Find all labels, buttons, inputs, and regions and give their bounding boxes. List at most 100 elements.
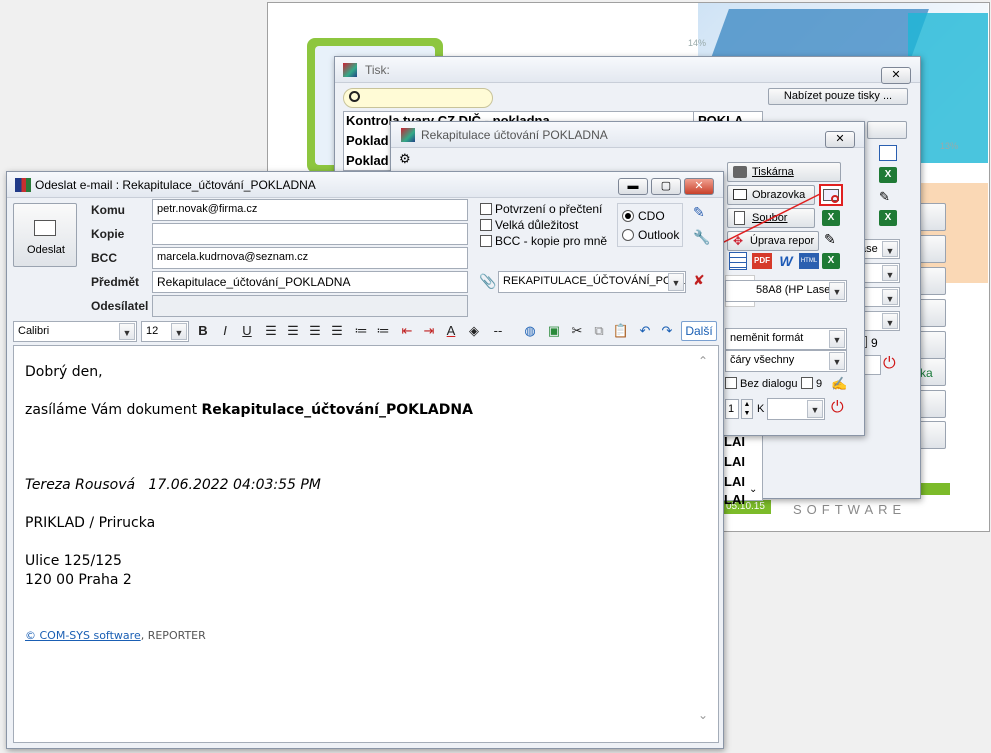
paste-icon[interactable]: 📋 xyxy=(612,322,630,340)
to-field[interactable]: petr.novak@firma.cz xyxy=(152,199,468,221)
bg-panel-button-6[interactable]: ka xyxy=(918,358,946,386)
outlook-radio[interactable] xyxy=(622,229,634,241)
k-combo[interactable]: ▼ xyxy=(767,398,825,420)
bcc-label: BCC xyxy=(91,251,117,265)
font-value: Calibri xyxy=(18,325,50,337)
send-label: Odeslat xyxy=(27,244,65,256)
print-right-mail-icon[interactable] xyxy=(879,145,897,161)
bg-panel-button-5[interactable] xyxy=(918,331,946,359)
printer-combo[interactable]: 58A8 (HP Lase ▼ xyxy=(725,280,847,302)
excel-icon[interactable]: X xyxy=(879,167,897,183)
cut-icon[interactable]: ✂ xyxy=(568,322,586,340)
cdo-option[interactable]: CDO xyxy=(622,209,665,223)
importance-option[interactable]: Velká důležitost xyxy=(480,218,578,232)
bg-panel-button-3[interactable] xyxy=(918,267,946,295)
close-icon: ✕ xyxy=(891,69,901,81)
gear-icon[interactable]: ⚙ xyxy=(399,151,411,167)
target-icon xyxy=(831,195,839,203)
edit-settings-icon[interactable]: ✎ xyxy=(693,204,705,221)
excel-icon[interactable]: X xyxy=(879,210,897,226)
count-option[interactable]: 9 xyxy=(801,377,822,390)
close-button[interactable]: ✕ xyxy=(684,178,714,195)
outdent-icon[interactable]: ⇤ xyxy=(398,322,416,340)
undo-icon[interactable]: ↶ xyxy=(636,322,654,340)
report-title: Rekapitulace účtování POKLADNA xyxy=(421,128,608,142)
body-line-prefix: zasíláme Vám dokument xyxy=(25,402,202,418)
no-dialog-checkbox[interactable] xyxy=(725,377,737,389)
read-receipt-checkbox[interactable] xyxy=(480,203,492,215)
importance-label: Velká důležitost xyxy=(495,218,579,232)
print-search-input[interactable] xyxy=(366,91,486,105)
attachment-combo[interactable]: REKAPITULACE_ÚČTOVÁNÍ_POKL ▼ xyxy=(498,271,686,293)
size-combo[interactable]: 12 ▼ xyxy=(141,321,189,342)
outlook-option[interactable]: Outlook xyxy=(622,228,679,242)
sender-field[interactable] xyxy=(152,295,468,317)
bg-panel-button-7[interactable] xyxy=(918,390,946,418)
justify-icon[interactable]: ☰ xyxy=(328,322,346,340)
importance-checkbox[interactable] xyxy=(480,219,492,231)
scroll-down-icon[interactable]: ⌄ xyxy=(698,708,708,722)
copies-stepper[interactable]: ▲ ▼ xyxy=(741,399,753,419)
power-icon[interactable]: ⏻ xyxy=(831,399,844,417)
copy-icon[interactable]: ⧉ xyxy=(590,322,608,340)
minimize-button[interactable]: ▬ xyxy=(618,178,648,195)
horizontal-rule-button[interactable]: -- xyxy=(489,322,507,340)
font-color-icon[interactable]: A xyxy=(442,322,460,340)
printer-button[interactable]: Tiskárna xyxy=(727,162,841,182)
power-icon[interactable]: ⏻ xyxy=(883,355,896,373)
bullet-list-icon[interactable]: ≔ xyxy=(352,322,370,340)
print-close-button[interactable]: ✕ xyxy=(881,67,911,84)
copies-field[interactable]: 1 xyxy=(725,399,739,419)
lines-combo[interactable]: čáry všechny ▼ xyxy=(725,350,847,372)
cdo-radio[interactable] xyxy=(622,210,634,222)
user-config-icon[interactable]: ✍ xyxy=(831,376,847,392)
bcc-copy-checkbox[interactable] xyxy=(480,235,492,247)
size-value: 12 xyxy=(146,325,159,337)
printer-icon xyxy=(733,166,747,178)
chevron-down-icon: ▼ xyxy=(882,265,898,281)
chevron-down-icon: ▼ xyxy=(171,323,187,340)
fill-color-icon[interactable]: ◈ xyxy=(465,322,483,340)
italic-button[interactable]: I xyxy=(216,322,234,340)
no-dialog-option[interactable]: Bez dialogu xyxy=(725,377,798,390)
message-body[interactable]: Dobrý den, zasíláme Vám dokument Rekapit… xyxy=(13,345,719,743)
bcc-copy-option[interactable]: BCC - kopie pro mně xyxy=(480,234,607,248)
edit-icon[interactable]: ✎ xyxy=(879,189,890,205)
font-combo[interactable]: Calibri ▼ xyxy=(13,321,137,342)
wrench-icon[interactable]: 🔧 xyxy=(693,229,710,246)
globe-icon[interactable]: ◍ xyxy=(521,322,539,340)
align-left-icon[interactable]: ☰ xyxy=(262,322,280,340)
next-button[interactable]: Další xyxy=(681,321,717,341)
print-right-button-1[interactable] xyxy=(867,121,907,139)
offer-print-button[interactable]: Nabízet pouze tisky ... xyxy=(768,88,908,105)
bcc-field[interactable]: marcela.kudrnova@seznam.cz xyxy=(152,247,468,269)
maximize-button[interactable]: ▢ xyxy=(651,178,681,195)
subject-field[interactable]: Rekapitulace_účtování_POKLADNA xyxy=(152,271,468,293)
cc-field[interactable] xyxy=(152,223,468,245)
cdo-label: CDO xyxy=(638,209,665,223)
footer-tail: , REPORTER xyxy=(140,629,206,642)
list-scroll-down-icon[interactable]: ⌄ xyxy=(749,484,757,495)
align-right-icon[interactable]: ☰ xyxy=(306,322,324,340)
numbered-list-icon[interactable]: ≔ xyxy=(374,322,392,340)
bg-panel-button-1[interactable] xyxy=(918,203,946,231)
format-combo[interactable]: neměnit formát ▼ xyxy=(725,328,847,350)
redo-icon[interactable]: ↷ xyxy=(658,322,676,340)
format-toolbar: Calibri ▼ 12 ▼ B I U ☰ ☰ ☰ ☰ ≔ ≔ ⇤ ⇥ A ◈ -… xyxy=(13,320,719,344)
align-center-icon[interactable]: ☰ xyxy=(284,322,302,340)
bg-panel-button-8[interactable] xyxy=(918,421,946,449)
remove-attachment-icon[interactable]: ✘ xyxy=(693,272,705,289)
print-search-box[interactable] xyxy=(343,88,493,108)
bg-panel-button-2[interactable] xyxy=(918,235,946,263)
report-close-button[interactable]: ✕ xyxy=(825,131,855,148)
underline-button[interactable]: U xyxy=(238,322,256,340)
bold-button[interactable]: B xyxy=(194,322,212,340)
count-checkbox[interactable] xyxy=(801,377,813,389)
bg-panel-button-4[interactable] xyxy=(918,299,946,327)
send-button[interactable]: Odeslat xyxy=(13,203,77,267)
scroll-up-icon[interactable]: ⌃ xyxy=(698,354,708,368)
insert-image-icon[interactable]: ▣ xyxy=(545,322,563,340)
indent-icon[interactable]: ⇥ xyxy=(420,322,438,340)
footer-link[interactable]: © COM-SYS software xyxy=(25,629,141,642)
read-receipt-option[interactable]: Potvrzení o přečtení xyxy=(480,202,602,216)
